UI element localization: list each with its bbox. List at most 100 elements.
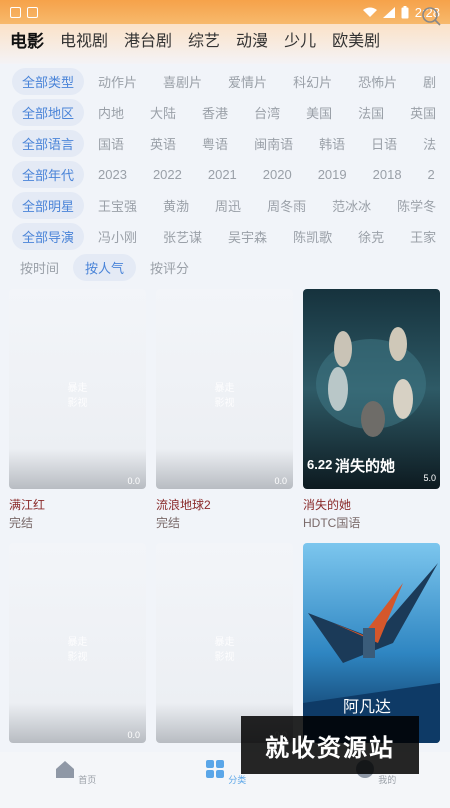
filter-option[interactable]: 内地 [98, 103, 124, 122]
video-status: 完结 [156, 516, 181, 530]
tab-1[interactable]: 电视剧 [60, 27, 108, 51]
filter-option[interactable]: 香港 [202, 103, 228, 122]
video-poster: 暴走 影视 0.0 [9, 289, 146, 489]
nav-home-label: 首页 [78, 775, 97, 785]
filter-option[interactable]: 王宝强 [98, 196, 137, 215]
notification-icon [10, 6, 21, 18]
filter-option[interactable]: 爱情片 [228, 72, 267, 91]
video-poster: 6.22 消失的她 5.0 [303, 289, 440, 489]
placeholder-logo: 暴走 影视 [67, 637, 88, 663]
filter-option[interactable]: 国语 [98, 134, 124, 153]
filter-option[interactable]: 闽南语 [254, 134, 293, 153]
filter-option[interactable]: 周冬雨 [267, 196, 306, 215]
filter-option[interactable]: 韩语 [319, 134, 345, 153]
sort-option[interactable]: 按时间 [20, 258, 59, 277]
filter-option[interactable]: 喜剧片 [163, 72, 202, 91]
rating-badge: 0.0 [127, 730, 140, 740]
filter-option[interactable]: 美国 [306, 103, 332, 122]
filter-option[interactable]: 恐怖片 [358, 72, 397, 91]
notification-a-icon [27, 6, 38, 18]
filter-row: 全部明星 王宝强 黄渤 周迅 周冬雨 范冰冰 陈学冬 [0, 190, 450, 221]
filter-row: 全部导演 冯小刚 张艺谋 吴宇森 陈凯歌 徐克 王家 [0, 221, 450, 252]
filter-option[interactable]: 粤语 [202, 134, 228, 153]
filter-option[interactable]: 法 [423, 134, 436, 153]
rating-badge: 0.0 [127, 476, 140, 486]
filter-row: 全部地区 内地 大陆 香港 台湾 美国 法国 英国 [0, 97, 450, 128]
filter-option[interactable]: 周迅 [215, 196, 241, 215]
filter-selected-chip[interactable]: 全部年代 [12, 161, 85, 188]
video-status: HDTC国语 [303, 516, 361, 530]
filter-option[interactable]: 2018 [373, 167, 402, 182]
filter-option[interactable]: 英国 [410, 103, 436, 122]
battery-icon [401, 5, 409, 18]
filter-option[interactable]: 剧 [423, 72, 436, 91]
filter-selected-chip[interactable]: 全部导演 [12, 223, 85, 250]
filter-option[interactable]: 陈学冬 [397, 196, 436, 215]
filter-row: 全部类型 动作片 喜剧片 爱情片 科幻片 恐怖片 剧 [0, 66, 450, 97]
tab-3[interactable]: 综艺 [188, 27, 220, 51]
placeholder-logo: 暴走 影视 [214, 637, 235, 663]
filter-option[interactable]: 法国 [358, 103, 384, 122]
video-poster: 暴走 影视 0.0 [9, 543, 146, 743]
video-poster: 暴走 影视0.0 [156, 543, 293, 743]
signal-icon [382, 6, 395, 18]
filter-option[interactable]: 徐克 [358, 227, 384, 246]
filter-option[interactable]: 2021 [208, 167, 237, 182]
placeholder-logo: 暴走 影视 [67, 383, 88, 409]
filter-row: 全部年代 2023 2022 2021 2020 2019 2018 2 [0, 159, 450, 190]
filter-row: 全部语言 国语 英语 粤语 闽南语 韩语 日语 法 [0, 128, 450, 159]
tab-2[interactable]: 港台剧 [124, 27, 172, 51]
filter-option[interactable]: 大陆 [150, 103, 176, 122]
filter-option[interactable]: 2022 [153, 167, 182, 182]
tab-5[interactable]: 少儿 [284, 27, 316, 51]
filter-option[interactable]: 陈凯歌 [293, 227, 332, 246]
filter-option[interactable]: 2019 [318, 167, 347, 182]
filter-selected-chip[interactable]: 全部地区 [12, 99, 85, 126]
video-status: 完结 [9, 516, 34, 530]
filter-option[interactable]: 黄渤 [163, 196, 189, 215]
filter-option[interactable]: 范冰冰 [332, 196, 371, 215]
filter-option[interactable]: 科幻片 [293, 72, 332, 91]
filter-selected-chip[interactable]: 全部语言 [12, 130, 85, 157]
category-tabs: 电影 电视剧 港台剧 综艺 动漫 少儿 欧美剧 [0, 24, 450, 54]
filter-option[interactable]: 冯小刚 [98, 227, 137, 246]
poster-title: 消失的她 [335, 457, 396, 475]
filter-option[interactable]: 日语 [371, 134, 397, 153]
status-notifications [10, 6, 38, 18]
filter-panel: 全部类型 动作片 喜剧片 爱情片 科幻片 恐怖片剧全部地区 内地 大陆 香港 台湾 美国 法国 英国 全部… [0, 66, 450, 283]
search-icon[interactable] [420, 5, 442, 27]
tab-4[interactable]: 动漫 [236, 27, 268, 51]
nav-profile-label: 我的 [378, 775, 397, 785]
video-title: 流浪地球2 [156, 498, 211, 512]
tab-6[interactable]: 欧美剧 [332, 27, 380, 51]
poster-title: 阿凡达 [343, 697, 392, 716]
nav-category-label: 分类 [228, 775, 247, 785]
filter-option[interactable]: 张艺谋 [163, 227, 202, 246]
video-title: 满江红 [9, 498, 46, 512]
filter-option[interactable]: 动作片 [98, 72, 137, 91]
category-icon [205, 760, 224, 778]
rating-badge: 0.0 [274, 476, 287, 486]
filter-selected-chip[interactable]: 全部类型 [12, 68, 85, 95]
filter-option[interactable]: 2023 [98, 167, 127, 182]
tab-0[interactable]: 电影 [10, 27, 44, 52]
poster-score: 5.0 [423, 473, 436, 483]
status-bar: 2:28 [0, 0, 450, 24]
placeholder-logo: 暴走 影视 [214, 383, 235, 409]
watermark: 就收资源站 [241, 716, 419, 774]
filter-selected-chip[interactable]: 全部明星 [12, 192, 85, 219]
video-title: 消失的她 [303, 498, 352, 512]
home-icon [55, 761, 74, 778]
filter-option[interactable]: 王家 [410, 227, 436, 246]
filter-option[interactable]: 吴宇森 [228, 227, 267, 246]
video-poster: 阿凡达 [303, 543, 440, 743]
sort-option[interactable]: 按人气 [73, 254, 137, 281]
poster-date: 6.22 [307, 457, 333, 472]
filter-option[interactable]: 2020 [263, 167, 292, 182]
sort-row: 按时间 按人气 按评分 [0, 252, 450, 283]
nav-home[interactable]: 首页 [45, 758, 105, 786]
filter-option[interactable]: 2 [428, 167, 435, 182]
sort-option[interactable]: 按评分 [150, 258, 189, 277]
filter-option[interactable]: 英语 [150, 134, 176, 153]
filter-option[interactable]: 台湾 [254, 103, 280, 122]
